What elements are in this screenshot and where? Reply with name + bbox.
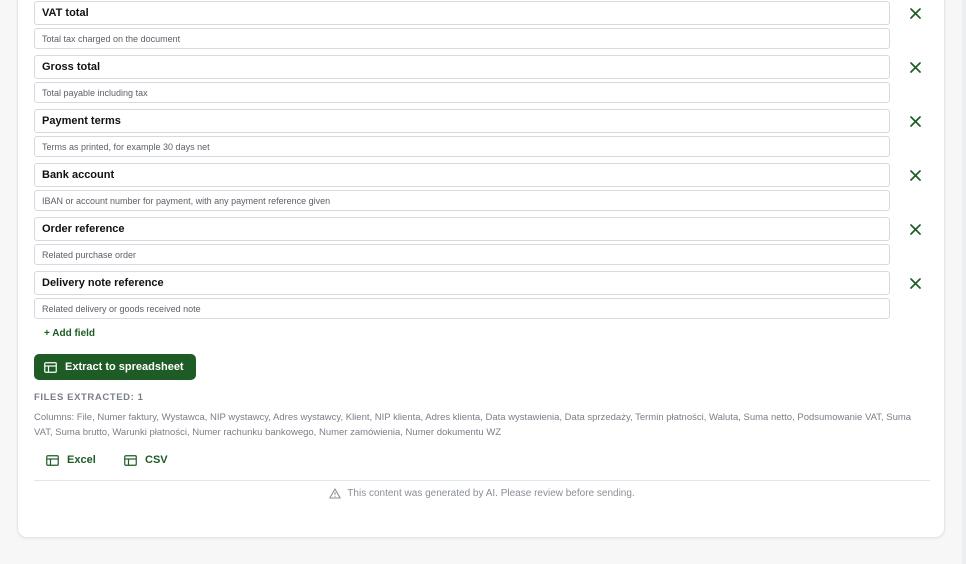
remove-field-button[interactable] bbox=[906, 220, 924, 238]
download-csv-button[interactable]: CSV bbox=[124, 451, 168, 469]
table-icon bbox=[46, 454, 59, 466]
close-icon bbox=[909, 169, 921, 181]
field-name-input[interactable]: Payment terms bbox=[34, 109, 890, 133]
field-name-input[interactable]: Gross total bbox=[34, 55, 890, 79]
divider bbox=[34, 480, 930, 481]
columns-list: Columns: File, Numer faktury, Wystawca, … bbox=[34, 412, 912, 438]
field-name-input[interactable]: Delivery note reference bbox=[34, 271, 890, 295]
field-description-input[interactable]: Terms as printed, for example 30 days ne… bbox=[34, 136, 890, 157]
field-description-input[interactable]: Total tax charged on the document bbox=[34, 28, 890, 49]
add-field-link[interactable]: + Add field bbox=[44, 328, 95, 339]
extract-to-spreadsheet-button[interactable]: Extract to spreadsheet bbox=[34, 354, 196, 380]
field-item: Payment terms Terms as printed, for exam… bbox=[34, 109, 930, 157]
csv-label: CSV bbox=[145, 454, 168, 466]
field-description-input[interactable]: Related purchase order bbox=[34, 244, 890, 265]
page-scrollbar[interactable] bbox=[962, 0, 966, 564]
close-icon bbox=[909, 223, 921, 235]
close-icon bbox=[909, 115, 921, 127]
field-item: Gross total Total payable including tax bbox=[34, 55, 930, 103]
field-item: VAT total Total tax charged on the docum… bbox=[34, 1, 930, 49]
warning-triangle-icon bbox=[329, 488, 342, 499]
table-icon bbox=[44, 361, 57, 373]
close-icon bbox=[909, 277, 921, 289]
download-excel-button[interactable]: Excel bbox=[46, 451, 96, 469]
field-description-input[interactable]: IBAN or account number for payment, with… bbox=[34, 190, 890, 211]
field-item: Bank account IBAN or account number for … bbox=[34, 163, 930, 211]
field-item: Delivery note reference Related delivery… bbox=[34, 271, 930, 319]
remove-field-button[interactable] bbox=[906, 274, 924, 292]
remove-field-button[interactable] bbox=[906, 58, 924, 76]
field-item: Order reference Related purchase order bbox=[34, 217, 930, 265]
field-description-input[interactable]: Total payable including tax bbox=[34, 82, 890, 103]
excel-label: Excel bbox=[67, 454, 96, 466]
files-extracted-count: FILES EXTRACTED: 1 bbox=[34, 392, 144, 403]
remove-field-button[interactable] bbox=[906, 112, 924, 130]
field-name-input[interactable]: Bank account bbox=[34, 163, 890, 187]
close-icon bbox=[909, 61, 921, 73]
field-editor-card: VAT total Total tax charged on the docum… bbox=[17, 0, 945, 538]
remove-field-button[interactable] bbox=[906, 166, 924, 184]
field-name-input[interactable]: VAT total bbox=[34, 1, 890, 25]
field-description-input[interactable]: Related delivery or goods received note bbox=[34, 298, 890, 319]
table-icon bbox=[124, 454, 137, 466]
extract-button-label: Extract to spreadsheet bbox=[65, 361, 184, 373]
ai-notice-text: This content was generated by AI. Please… bbox=[347, 488, 635, 499]
ai-notice: This content was generated by AI. Please… bbox=[18, 488, 946, 499]
close-icon bbox=[909, 7, 921, 19]
remove-field-button[interactable] bbox=[906, 4, 924, 22]
field-name-input[interactable]: Order reference bbox=[34, 217, 890, 241]
